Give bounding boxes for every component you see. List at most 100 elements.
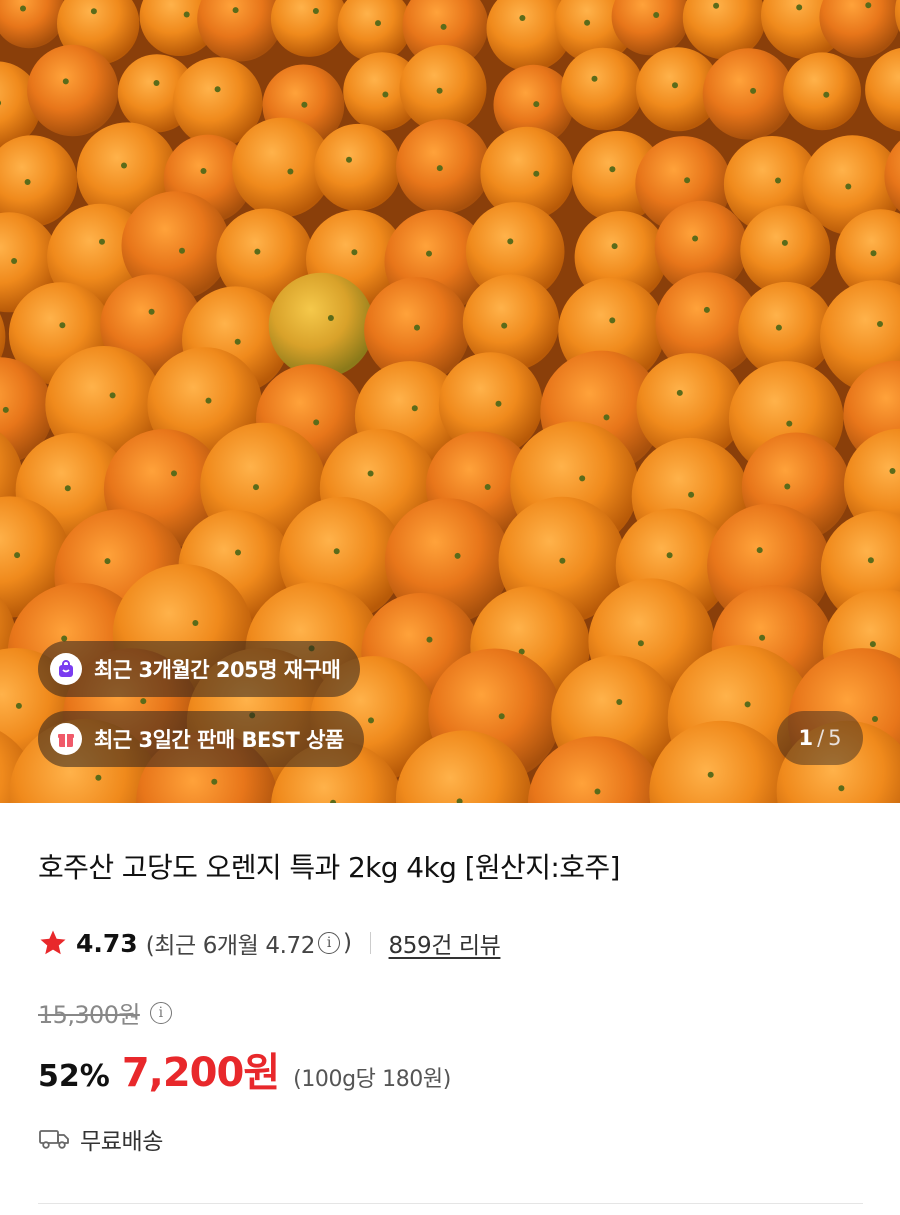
orange-stem	[205, 397, 212, 404]
orange-stem	[15, 702, 22, 709]
orange-stem	[579, 475, 586, 482]
recent-rating-close: )	[342, 930, 352, 956]
orange-stem	[845, 183, 852, 190]
orange-stem	[2, 406, 9, 413]
orange-stem	[382, 91, 389, 98]
orange-stem	[104, 558, 111, 565]
orange-stem	[346, 156, 352, 163]
orange-stem	[253, 484, 259, 491]
orange-fruit	[27, 44, 119, 137]
best-seller-badge: 최근 3일간 판매 BEST 상품	[38, 711, 364, 767]
orange-stem	[99, 238, 105, 245]
orange-stem	[140, 698, 147, 705]
orange-stem	[59, 322, 66, 329]
orange-stem	[11, 258, 18, 264]
orange-stem	[234, 338, 241, 345]
orange-stem	[637, 640, 644, 647]
orange-stem	[411, 405, 418, 412]
orange-stem	[313, 419, 320, 426]
orange-stem	[533, 101, 540, 108]
orange-stem	[367, 470, 374, 477]
orange-stem	[301, 101, 308, 108]
orange-fruit	[399, 44, 487, 132]
orange-stem	[426, 250, 432, 257]
orange-stem	[148, 308, 155, 315]
orange-stem	[775, 177, 781, 184]
product-title: 호주산 고당도 오렌지 특과 2kg 4kg [원산지:호주]	[38, 851, 620, 884]
orange-stem	[707, 771, 714, 778]
orange-fruit	[268, 272, 374, 378]
orange-stem	[781, 239, 788, 246]
orange-stem	[495, 400, 502, 407]
orange-fruit	[740, 205, 831, 296]
orange-stem	[312, 8, 319, 14]
orange-stem	[865, 2, 872, 9]
review-count-link[interactable]: 859건 리뷰	[389, 926, 501, 960]
orange-stem	[333, 548, 340, 555]
orange-stem	[823, 91, 830, 98]
unit-price: (100g당 180원)	[293, 1067, 451, 1092]
orange-stem	[121, 162, 127, 169]
orange-stem	[609, 166, 616, 173]
orange-fruit	[783, 52, 861, 131]
orange-stem	[756, 547, 763, 554]
orange-stem	[786, 420, 793, 427]
orange-stem	[192, 620, 199, 626]
orange-stem	[889, 468, 896, 474]
orange-stem	[603, 414, 610, 421]
orange-stem	[375, 20, 381, 27]
orange-stem	[870, 250, 877, 257]
orange-stem	[594, 788, 601, 795]
orange-stem	[796, 4, 803, 11]
rating-value: 4.73	[76, 928, 138, 958]
orange-stem	[616, 699, 623, 705]
product-image-gallery[interactable]: 최근 3개월간 205명 재구매 최근 3일간 판매 BEST 상품 1 / 5	[0, 0, 900, 803]
section-divider	[38, 1203, 863, 1204]
orange-stem	[254, 248, 261, 255]
orange-stem	[232, 7, 239, 14]
orange-stem	[867, 557, 874, 564]
orange-stem	[62, 78, 69, 85]
discount-rate: 52%	[38, 1059, 110, 1094]
orange-stem	[454, 552, 461, 559]
orange-fruit	[702, 48, 795, 140]
orange-stem	[440, 23, 447, 30]
orange-fruit	[561, 47, 644, 131]
orange-stem	[653, 12, 660, 18]
image-counter-current: 1	[798, 726, 814, 750]
orange-stem	[211, 778, 218, 785]
orange-stem	[287, 168, 294, 175]
repurchase-badge-label: 최근 3개월간 205명 재구매	[94, 658, 341, 682]
best-seller-badge-label: 최근 3일간 판매 BEST 상품	[94, 728, 344, 752]
orange-fruit	[396, 119, 491, 214]
orange-fruit	[314, 123, 402, 211]
orange-stem	[20, 5, 26, 12]
orange-stem	[368, 717, 374, 724]
orange-stem	[351, 249, 358, 256]
delivery-label: 무료배송	[80, 1129, 164, 1155]
star-icon	[40, 930, 66, 955]
recent-rating: (최근 6개월 4.72 i )	[146, 926, 352, 960]
orange-stem	[611, 243, 618, 250]
orange-stem	[24, 179, 31, 185]
price-info-icon[interactable]: i	[149, 1001, 172, 1024]
orange-stem	[775, 324, 782, 331]
orange-stem	[869, 641, 876, 648]
orange-stem	[559, 557, 566, 564]
orange-stem	[501, 322, 508, 329]
orange-stem	[688, 491, 695, 498]
orange-stem	[484, 484, 491, 490]
orange-stem	[179, 247, 185, 254]
orange-stem	[414, 324, 420, 331]
info-icon[interactable]: i	[317, 932, 340, 954]
orange-stem	[436, 87, 443, 94]
orange-stem	[200, 168, 207, 174]
price-row: 52% 7,200원 (100g당 180원)	[38, 1040, 451, 1098]
orange-stem	[95, 774, 102, 781]
orange-stem	[838, 785, 845, 792]
orange-stem	[672, 82, 678, 89]
orange-stem	[436, 165, 443, 172]
orange-stem	[676, 389, 683, 396]
image-counter-total: 5	[828, 726, 842, 750]
original-price: 15,300원	[38, 1001, 140, 1029]
